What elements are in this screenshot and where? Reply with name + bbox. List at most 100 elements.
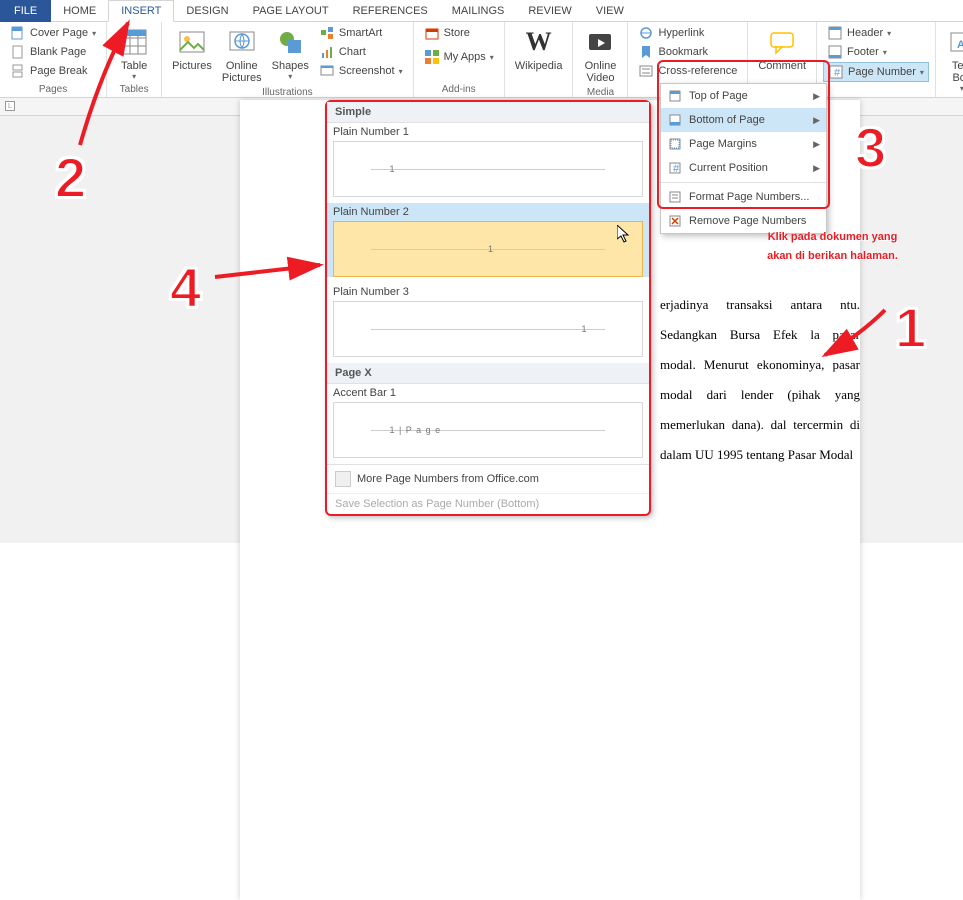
submenu-arrow-icon: ▶ [813,91,820,102]
shapes-button[interactable]: Shapes▾ [268,24,313,86]
gallery-preview: 1 | P a g e [333,402,643,458]
header-label: Header [847,27,883,39]
ribbon-tabs: FILE HOME INSERT DESIGN PAGE LAYOUT REFE… [0,0,963,22]
online-pictures-button[interactable]: OnlinePictures [218,24,266,86]
crossref-label: Cross-reference [658,65,737,77]
tab-design[interactable]: DESIGN [174,0,240,22]
hyperlink-button[interactable]: Hyperlink [634,24,741,42]
bookmark-button[interactable]: Bookmark [634,43,741,61]
smartart-button[interactable]: SmartArt [315,24,407,42]
smartart-icon [319,25,335,41]
header-button[interactable]: Header ▾ [823,24,929,42]
svg-text:A: A [957,39,963,51]
gallery-header-pagex: Page X [327,363,649,384]
comment-button[interactable]: Comment [754,24,810,74]
tab-insert[interactable]: INSERT [108,0,174,22]
bookmark-label: Bookmark [658,46,708,58]
page-number-button[interactable]: #Page Number ▾ [823,62,929,82]
shapes-icon [274,26,306,58]
top-page-icon [667,88,683,104]
group-addins-label: Add-ins [420,83,498,97]
gallery-item-accent1[interactable]: Accent Bar 1 1 | P a g e [327,384,649,458]
tab-selector[interactable]: L [5,101,15,111]
store-label: Store [444,27,470,39]
group-media: OnlineVideo Media [573,22,628,97]
gallery-preview: 1 [333,221,643,277]
chart-icon [319,44,335,60]
page-break-button[interactable]: Page Break [6,62,100,80]
table-button[interactable]: Table▾ [113,24,155,83]
dropdown-icon: ▾ [92,29,96,38]
group-pages: Cover Page ▾ Blank Page Page Break Pages [0,22,107,97]
cover-page-button[interactable]: Cover Page ▾ [6,24,100,42]
comment-label: Comment [758,60,806,72]
myapps-button[interactable]: My Apps ▾ [420,48,498,66]
cover-page-label: Cover Page [30,27,88,39]
menu-label: Bottom of Page [689,114,765,126]
myapps-icon [424,49,440,65]
chart-button[interactable]: Chart [315,43,407,61]
online-pictures-icon [226,26,258,58]
group-wikipedia: WWikipedia [505,22,574,97]
gallery-item-label: Plain Number 2 [327,203,649,221]
menu-bottom-of-page[interactable]: Bottom of Page▶ [661,108,826,132]
dropdown-icon: ▾ [490,53,494,62]
footer-button[interactable]: Footer ▾ [823,43,929,61]
group-addins: Store My Apps ▾ Add-ins [414,22,505,97]
gallery-preview: 1 [333,301,643,357]
page-number-label: Page Number [848,66,916,78]
menu-label: Remove Page Numbers [689,215,806,227]
crossref-button[interactable]: Cross-reference [634,62,741,80]
dropdown-icon: ▾ [132,72,136,81]
page-number-gallery: Simple Plain Number 1 1 Plain Number 2 1… [325,100,651,516]
textbox-button[interactable]: ATextBox▾ [942,24,963,95]
hyperlink-icon [638,25,654,41]
page-number-menu: Top of Page▶ Bottom of Page▶ Page Margin… [660,83,827,234]
annotation-number-4: 4 [170,255,201,320]
group-illustrations: Pictures OnlinePictures Shapes▾ SmartArt… [162,22,413,97]
tab-mailings[interactable]: MAILINGS [440,0,517,22]
gallery-save-selection: Save Selection as Page Number (Bottom) [327,493,649,514]
tab-references[interactable]: REFERENCES [341,0,440,22]
pictures-button[interactable]: Pictures [168,24,216,86]
dropdown-icon: ▾ [887,29,891,38]
menu-current-position[interactable]: #Current Position▶ [661,156,826,180]
group-text: ATextBox▾ Quick Parts ▾ AWordArt ▾ ADrop… [936,22,963,97]
annotation-number-3: 3 [855,115,886,180]
gallery-item-label: Plain Number 3 [327,283,649,301]
svg-text:#: # [673,163,680,175]
tab-home[interactable]: HOME [51,0,108,22]
gallery-item-label: Accent Bar 1 [327,384,649,402]
gallery-item-plain2[interactable]: Plain Number 2 1 [327,203,649,277]
dropdown-icon: ▾ [399,67,403,76]
document-text: erjadinya transaksi antara ntu. Sedangka… [660,290,860,470]
bookmark-icon [638,44,654,60]
gallery-item-plain1[interactable]: Plain Number 1 1 [327,123,649,197]
gallery-item-plain3[interactable]: Plain Number 3 1 [327,283,649,357]
gallery-more-office[interactable]: More Page Numbers from Office.com [327,464,649,493]
dropdown-icon: ▾ [288,72,292,81]
store-icon [424,25,440,41]
tab-pagelayout[interactable]: PAGE LAYOUT [241,0,341,22]
tab-review[interactable]: REVIEW [516,0,583,22]
wikipedia-button[interactable]: WWikipedia [511,24,567,74]
blank-page-label: Blank Page [30,46,86,58]
remove-icon [667,213,683,229]
shapes-label: Shapes [272,60,309,72]
menu-page-margins[interactable]: Page Margins▶ [661,132,826,156]
tab-file[interactable]: FILE [0,0,51,22]
store-button[interactable]: Store [420,24,498,42]
annotation-number-1: 1 [895,295,926,360]
footer-label: Footer [847,46,879,58]
menu-top-of-page[interactable]: Top of Page▶ [661,84,826,108]
tab-view[interactable]: VIEW [584,0,636,22]
dropdown-icon: ▾ [883,48,887,57]
menu-format-page-numbers[interactable]: Format Page Numbers... [661,185,826,209]
blank-page-button[interactable]: Blank Page [6,43,100,61]
hyperlink-label: Hyperlink [658,27,704,39]
screenshot-button[interactable]: Screenshot ▾ [315,62,407,80]
menu-label: Current Position [689,162,768,174]
menu-separator [661,182,826,183]
online-video-button[interactable]: OnlineVideo [579,24,621,86]
myapps-label: My Apps [444,51,486,63]
